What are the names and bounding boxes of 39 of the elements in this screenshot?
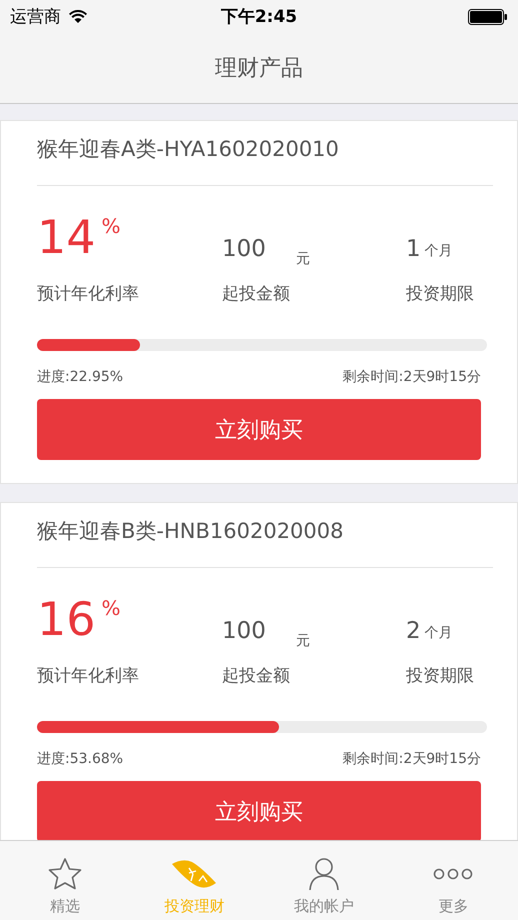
clock-time: 下午2:45 (220, 7, 298, 27)
term-unit: 个月 (424, 624, 453, 642)
battery-icon (468, 8, 508, 24)
rate-label: 预计年化利率 (37, 665, 140, 688)
term-label: 投资期限 (406, 283, 475, 306)
remaining-time: 剩余时间:2天9时15分 (342, 750, 481, 769)
tab-item[interactable]: 更多 (388, 841, 518, 920)
percent-sign: % (102, 596, 121, 620)
tab-item[interactable]: 精选 (0, 841, 130, 920)
person-icon (308, 857, 340, 891)
amount-value: 100 (222, 235, 266, 264)
rate-value: 14 (37, 212, 96, 262)
amount-unit: 元 (296, 250, 310, 268)
term-value: 2 (406, 617, 421, 646)
term-value: 1 (406, 235, 421, 264)
tab-item[interactable]: 投资理财 (130, 841, 259, 920)
rate-label: 预计年化利率 (37, 283, 140, 306)
amount-label: 起投金额 (222, 665, 291, 688)
tab-item[interactable]: 我的帐户 (259, 841, 388, 920)
progress-text: 进度:22.95% (37, 368, 124, 387)
amount-value: 100 (222, 617, 266, 646)
page-title: 理财产品 (215, 55, 303, 83)
amount-label: 起投金额 (222, 283, 291, 306)
progress-text: 进度:53.68% (37, 750, 124, 769)
wifi-icon (69, 10, 87, 24)
buy-button[interactable]: 立刻购买 (37, 781, 481, 840)
remaining-time: 剩余时间:2天9时15分 (342, 368, 481, 387)
banknote-icon (171, 859, 218, 889)
rate-value: 16 (37, 594, 96, 644)
product-title: 猴年迎春B类-HNB1602020008 (37, 503, 493, 568)
term-label: 投资期限 (406, 665, 475, 688)
star-icon (46, 857, 83, 891)
more-icon (433, 867, 474, 881)
buy-button[interactable]: 立刻购买 (37, 399, 481, 460)
product-title: 猴年迎春A类-HYA1602020010 (37, 121, 493, 186)
amount-unit: 元 (296, 632, 310, 650)
carrier-name: 运营商 (10, 6, 61, 28)
percent-sign: % (102, 214, 121, 238)
term-unit: 个月 (424, 242, 453, 260)
